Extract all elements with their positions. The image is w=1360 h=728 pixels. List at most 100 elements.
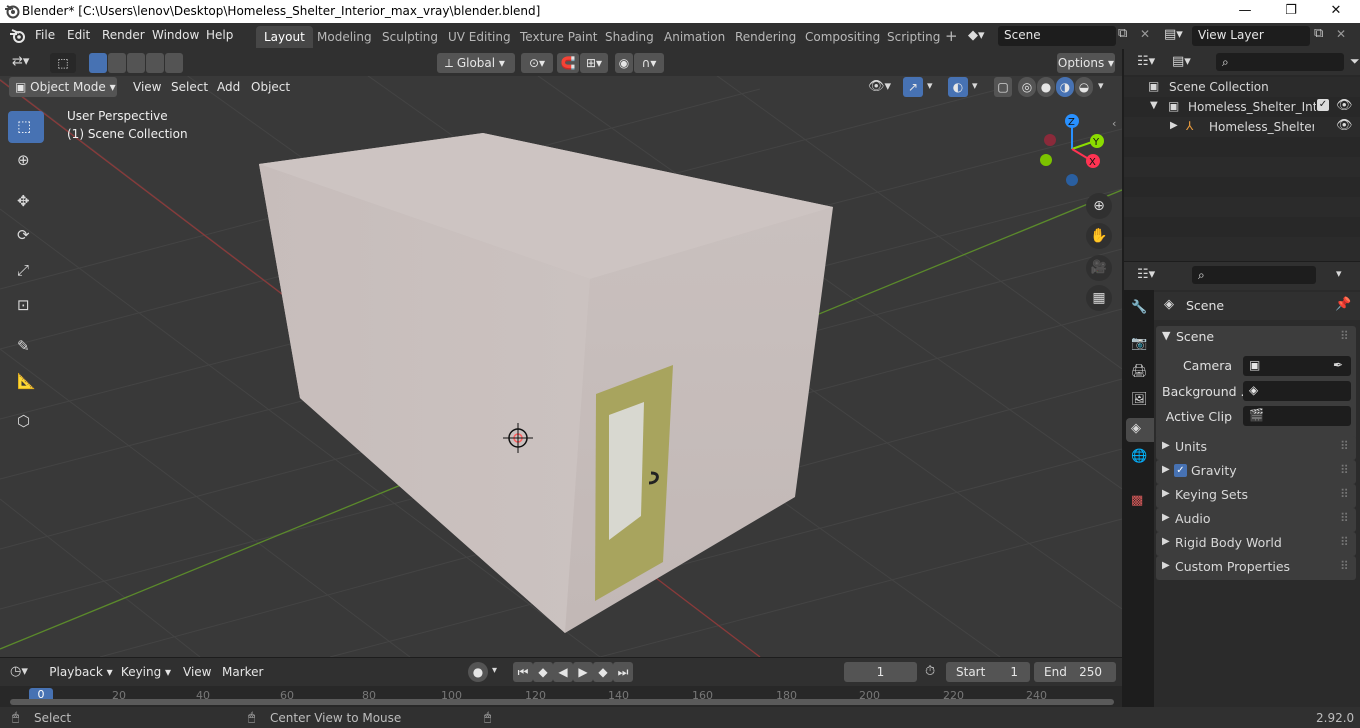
camera-view-icon[interactable]: 🎥 — [1086, 255, 1112, 281]
custom-properties-panel[interactable]: ▶ Custom Properties ⠿ — [1156, 556, 1356, 580]
play-button[interactable]: ▶ — [573, 662, 593, 682]
tab-sculpting[interactable]: Sculpting — [374, 26, 446, 48]
minimize-button[interactable]: — — [1222, 0, 1268, 23]
timeline-menu-view[interactable]: View — [183, 665, 211, 679]
tab-rendering[interactable]: Rendering — [727, 26, 804, 48]
select-mode-extend-icon[interactable] — [108, 53, 126, 73]
orientation-dropdown[interactable]: ⟂ Global ▾ — [437, 53, 515, 73]
eye-icon[interactable]: 👁 — [1336, 98, 1353, 113]
background-scene-field[interactable]: ◈ — [1243, 381, 1351, 401]
outliner-display-mode-icon[interactable]: ▤▾ — [1172, 54, 1191, 69]
timeline-scrollbar[interactable] — [10, 699, 1114, 705]
overlay-dropdown-icon[interactable]: ▾ — [972, 79, 978, 92]
visibility-icon[interactable]: 👁▾ — [868, 79, 891, 94]
zoom-view-icon[interactable]: ⊕ — [1086, 193, 1112, 219]
menu-window[interactable]: Window — [152, 28, 199, 42]
playback-menu[interactable]: Playback ▾ — [46, 662, 116, 682]
properties-options-icon[interactable]: ▾ — [1336, 267, 1342, 280]
outliner-row-object[interactable]: ▶ ⅄ Homeless_Shelter_Ir 👁 — [1124, 117, 1360, 137]
new-scene-icon[interactable]: ⧉ — [1118, 26, 1127, 41]
rigid-body-world-panel[interactable]: ▶ Rigid Body World ⠿ — [1156, 532, 1356, 556]
mode-dropdown[interactable]: ▣ Object Mode ▾ — [9, 77, 117, 97]
outliner-row-scene-collection[interactable]: ▣ Scene Collection — [1124, 77, 1360, 97]
ortho-toggle-icon[interactable]: ▦ — [1086, 285, 1112, 311]
shading-dropdown-icon[interactable]: ▾ — [1098, 79, 1104, 92]
overlay-toggle-icon[interactable]: ◐ — [948, 77, 968, 97]
properties-editor-icon[interactable]: ☷▾ — [1137, 267, 1155, 282]
end-frame-field[interactable]: End 250 — [1034, 662, 1116, 682]
record-options-icon[interactable]: ▾ — [492, 665, 497, 676]
scene-name-field[interactable]: Scene — [998, 26, 1116, 46]
tool-transform[interactable]: ⊡ — [8, 290, 44, 322]
add-workspace-icon[interactable]: + — [945, 27, 958, 45]
maximize-button[interactable]: ❐ — [1268, 0, 1314, 23]
tool-scale[interactable]: ⤢ — [8, 255, 44, 287]
menu-render[interactable]: Render — [102, 28, 145, 42]
outliner-row-collection[interactable]: ▼ ▣ Homeless_Shelter_Interio ✓ 👁 — [1124, 97, 1360, 117]
tool-rotate[interactable]: ⟳ — [8, 220, 44, 252]
tool-move[interactable]: ✥ — [8, 186, 44, 218]
shading-solid-icon[interactable]: ● — [1037, 77, 1055, 97]
select-mode-invert-icon[interactable] — [146, 53, 164, 73]
scene-tab-icon[interactable]: ◈ — [1131, 421, 1149, 439]
stopwatch-icon[interactable]: ⏱ — [925, 664, 935, 679]
play-reverse-button[interactable]: ◀ — [553, 662, 573, 682]
keying-sets-panel[interactable]: ▶ Keying Sets ⠿ — [1156, 484, 1356, 508]
sidebar-toggle-icon[interactable]: ‹ — [1112, 117, 1116, 130]
world-tab-icon[interactable]: 🌐 — [1131, 449, 1149, 467]
tool-measure[interactable]: 📐 — [8, 366, 44, 398]
close-window-button[interactable]: ✕ — [1313, 0, 1359, 23]
select-tool-icon[interactable]: ⬚ — [50, 53, 76, 73]
new-view-layer-icon[interactable]: ⧉ — [1314, 26, 1323, 41]
tool-annotate[interactable]: ✎ — [8, 331, 44, 363]
tab-animation[interactable]: Animation — [656, 26, 733, 48]
navigation-gizmo[interactable]: Z Y X — [1036, 111, 1108, 191]
jump-keyframe-forward-button[interactable]: ◆ — [593, 662, 613, 682]
tab-uv-editing[interactable]: UV Editing — [440, 26, 519, 48]
view-layer-field[interactable]: View Layer — [1192, 26, 1310, 46]
tab-texture-paint[interactable]: Texture Paint — [512, 26, 605, 48]
scene-panel-title[interactable]: Scene — [1176, 329, 1214, 344]
pin-icon[interactable]: 📌 — [1335, 297, 1351, 312]
outliner-search-input[interactable]: ⌕ — [1216, 53, 1344, 71]
jump-start-button[interactable]: ⏮ — [513, 662, 533, 682]
gizmo-dropdown-icon[interactable]: ▾ — [927, 79, 933, 92]
shading-rendered-icon[interactable]: ◒ — [1075, 77, 1093, 97]
timeline-editor-icon[interactable]: ◷▾ — [10, 664, 28, 679]
viewport-menu-view[interactable]: View — [133, 80, 161, 94]
tab-scripting[interactable]: Scripting — [879, 26, 948, 48]
delete-scene-icon[interactable]: ✕ — [1140, 27, 1150, 41]
audio-panel[interactable]: ▶ Audio ⠿ — [1156, 508, 1356, 532]
view-layer-icon[interactable]: ▤▾ — [1164, 27, 1183, 42]
exclude-checkbox[interactable]: ✓ — [1317, 99, 1329, 111]
expand-arrow-icon[interactable]: ▼ — [1150, 100, 1158, 111]
3d-viewport[interactable]: User Perspective (1) Scene Collection Z … — [0, 49, 1122, 657]
jump-end-button[interactable]: ⏭ — [613, 662, 633, 682]
outliner-filter-icon[interactable]: ⏷ — [1350, 54, 1360, 69]
tool-cursor[interactable]: ⊕ — [8, 145, 44, 177]
collapse-arrow-icon[interactable]: ▶ — [1170, 120, 1178, 131]
select-mode-subtract-icon[interactable] — [127, 53, 145, 73]
menu-edit[interactable]: Edit — [67, 28, 90, 42]
pan-view-icon[interactable]: ✋ — [1086, 223, 1112, 249]
tool-select-box[interactable]: ⬚ — [8, 111, 44, 143]
pivot-point-icon[interactable]: ⊙▾ — [521, 53, 553, 73]
select-mode-new-icon[interactable] — [89, 53, 107, 73]
blender-menu-icon[interactable] — [9, 28, 27, 44]
gizmo-toggle-icon[interactable]: ↗ — [903, 77, 923, 97]
view-layer-tab-icon[interactable]: 🖼 — [1131, 392, 1149, 410]
shading-material-icon[interactable]: ◑ — [1056, 77, 1074, 97]
options-dropdown[interactable]: Options ▾ — [1057, 53, 1115, 73]
xray-toggle-icon[interactable]: ▢ — [994, 77, 1012, 97]
tab-layout[interactable]: Layout — [256, 26, 313, 48]
select-mode-intersect-icon[interactable] — [165, 53, 183, 73]
gravity-panel[interactable]: ▶ ✓ Gravity ⠿ — [1156, 460, 1356, 484]
viewport-menu-add[interactable]: Add — [217, 80, 240, 94]
viewport-menu-object[interactable]: Object — [251, 80, 290, 94]
eyedropper-icon[interactable]: ✒ — [1333, 358, 1343, 372]
tab-compositing[interactable]: Compositing — [797, 26, 888, 48]
tool-add-cube[interactable]: ⬡ — [8, 406, 44, 438]
active-clip-field[interactable]: 🎬 — [1243, 406, 1351, 426]
scene-icon[interactable]: ◆▾ — [968, 28, 985, 43]
snap-element-icon[interactable]: ⊞▾ — [580, 53, 608, 73]
